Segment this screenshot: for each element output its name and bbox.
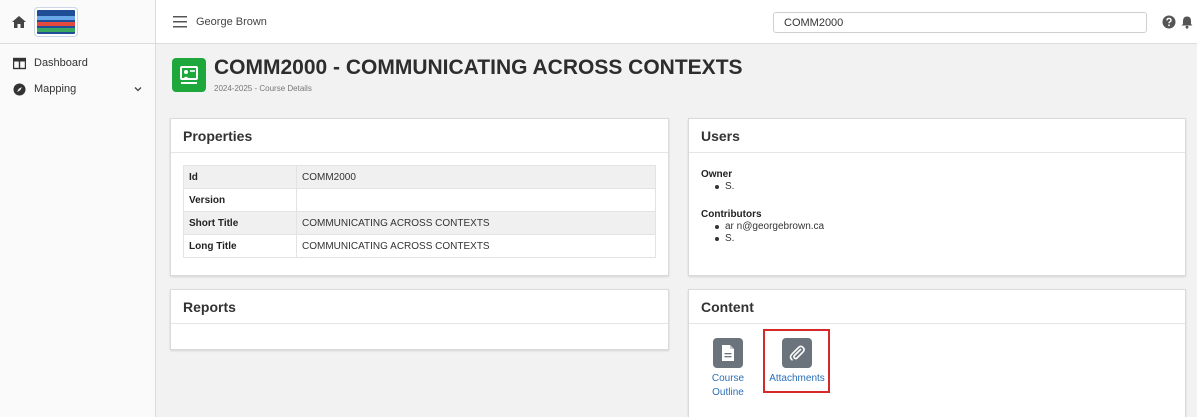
owner-label: Owner xyxy=(701,169,733,180)
content-card: Content Course Outline Attachments xyxy=(688,289,1186,417)
home-icon[interactable] xyxy=(11,15,27,29)
top-header: George Brown xyxy=(156,0,1197,44)
search-input[interactable] xyxy=(773,12,1147,33)
page-title: COMM2000 - COMMUNICATING ACROSS CONTEXTS xyxy=(214,56,743,79)
sidebar-item-dashboard[interactable]: Dashboard xyxy=(0,50,155,76)
table-row: Version xyxy=(183,188,656,212)
table-row: Short Title COMMUNICATING ACROSS CONTEXT… xyxy=(183,211,656,235)
list-item: S. xyxy=(715,181,734,193)
reports-heading: Reports xyxy=(171,290,668,324)
property-value xyxy=(296,188,656,212)
columns-icon xyxy=(13,57,26,69)
sidebar-item-label: Dashboard xyxy=(34,57,88,69)
properties-card: Properties Id COMM2000 Version Short Tit… xyxy=(170,118,669,276)
sidebar-item-mapping[interactable]: Mapping xyxy=(0,76,155,102)
chevron-down-icon[interactable] xyxy=(134,85,142,93)
list-item: ar n@georgebrown.ca xyxy=(715,221,824,233)
bell-icon[interactable] xyxy=(1180,15,1194,29)
property-key: Id xyxy=(183,165,297,189)
menu-icon[interactable] xyxy=(173,16,187,28)
users-heading: Users xyxy=(689,119,1185,153)
table-row: Long Title COMMUNICATING ACROSS CONTEXTS xyxy=(183,234,656,258)
org-name: George Brown xyxy=(196,16,267,28)
tile-label[interactable]: Course Outline xyxy=(712,372,744,400)
course-outline-tile[interactable]: Course Outline xyxy=(709,338,747,400)
document-icon xyxy=(722,345,734,361)
tile-icon-box[interactable] xyxy=(713,338,743,368)
property-key: Long Title xyxy=(183,234,297,258)
list-item: S. xyxy=(715,233,824,245)
george-brown-logo[interactable] xyxy=(35,7,77,36)
owner-list: S. xyxy=(715,181,734,193)
presentation-icon xyxy=(180,66,198,84)
contributors-list: ar n@georgebrown.ca S. xyxy=(715,221,824,245)
properties-heading: Properties xyxy=(171,119,668,153)
contributors-label: Contributors xyxy=(701,209,762,220)
attachments-highlight-box xyxy=(763,329,830,393)
course-icon xyxy=(172,58,206,92)
content-heading: Content xyxy=(689,290,1185,324)
property-key: Version xyxy=(183,188,297,212)
properties-table: Id COMM2000 Version Short Title COMMUNIC… xyxy=(183,165,656,258)
sidebar-header xyxy=(0,0,155,44)
sidebar-item-label: Mapping xyxy=(34,83,77,95)
page-subtitle: 2024-2025 - Course Details xyxy=(214,84,312,93)
help-icon[interactable] xyxy=(1162,15,1176,29)
property-value: COMM2000 xyxy=(296,165,656,189)
table-row: Id COMM2000 xyxy=(183,165,656,189)
users-card: Users Owner S. Contributors ar n@georgeb… xyxy=(688,118,1186,276)
property-value: COMMUNICATING ACROSS CONTEXTS xyxy=(296,234,656,258)
property-key: Short Title xyxy=(183,211,297,235)
compass-icon xyxy=(13,83,26,95)
sidebar: Dashboard Mapping xyxy=(0,0,156,417)
reports-card: Reports xyxy=(170,289,669,350)
property-value: COMMUNICATING ACROSS CONTEXTS xyxy=(296,211,656,235)
